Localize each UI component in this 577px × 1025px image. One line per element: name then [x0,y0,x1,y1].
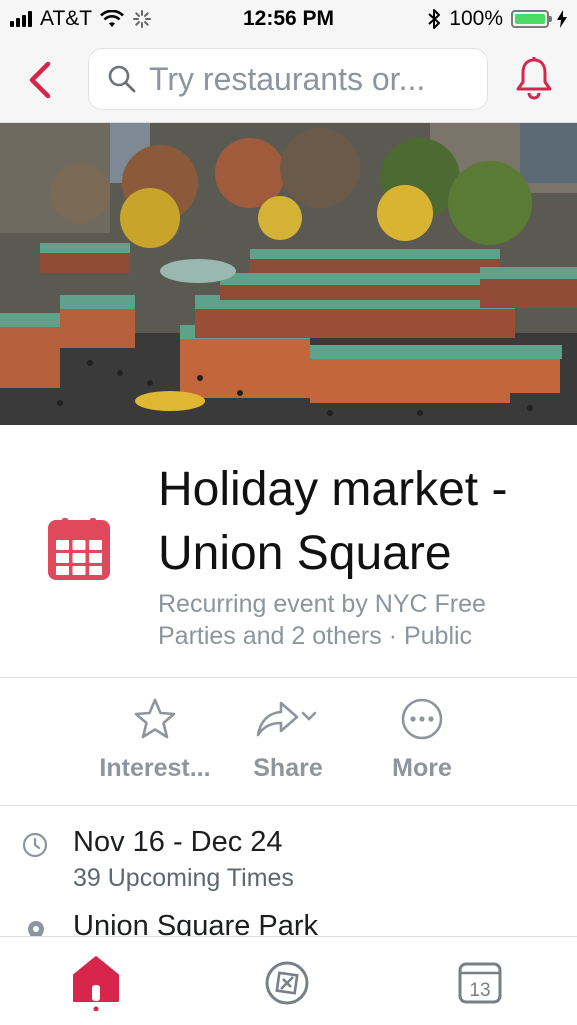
star-icon [134,698,176,739]
tab-home[interactable] [66,953,126,1013]
tab-calendar[interactable]: 13 [450,953,510,1013]
more-dots-icon [401,698,443,740]
divider [0,805,577,806]
bluetooth-icon [428,9,441,29]
search-bar[interactable] [88,48,488,110]
bell-icon [516,57,552,100]
battery-icon [511,10,552,28]
event-location: Union Square Park [73,910,319,936]
clock-icon [22,832,48,858]
battery-percent: 100% [449,7,503,30]
calendar-event-icon [48,518,110,580]
signal-icon [10,11,32,27]
calendar-icon: 13 [458,962,502,1004]
holiday-market-photo [0,123,577,425]
share-label: Share [253,754,323,782]
status-right: 100% [427,7,577,31]
event-upcoming-times: 39 Upcoming Times [73,864,294,892]
charging-bolt-icon [557,10,567,28]
more-label: More [392,754,452,782]
event-title: Holiday market - Union Square [158,463,508,580]
carrier-label: AT&T [40,7,93,30]
interested-button[interactable]: Interest... [85,690,225,783]
event-subtitle[interactable]: Recurring event by NYC Free Parties and … [158,588,538,652]
search-icon [108,65,136,93]
share-arrow-icon [256,701,317,737]
divider [0,677,577,678]
explore-icon [265,961,309,1005]
interested-label: Interest... [99,754,211,782]
navigation-bar [0,38,577,123]
search-input[interactable] [147,59,481,99]
event-details: Nov 16 - Dec 24 39 Upcoming Times Union … [0,810,577,936]
wifi-icon [100,10,125,27]
location-pin-icon [28,921,44,936]
more-button[interactable]: More [352,690,492,783]
event-cover-photo[interactable] [0,123,577,425]
back-chevron-icon [29,61,51,99]
event-date-range: Nov 16 - Dec 24 [73,826,283,858]
activity-spinner-icon [133,10,152,28]
notifications-button[interactable] [513,56,555,102]
share-button[interactable]: Share [218,690,358,783]
home-icon [73,956,119,1011]
bottom-tab-bar: 13 [0,936,577,1025]
calendar-day-number: 13 [469,980,490,1001]
status-left: AT&T [0,7,152,31]
tab-explore[interactable] [257,953,317,1013]
status-bar: AT&T 12:56 PM 100% [0,0,577,38]
back-button[interactable] [22,58,62,102]
event-actions: Interest... Share More [0,690,577,800]
